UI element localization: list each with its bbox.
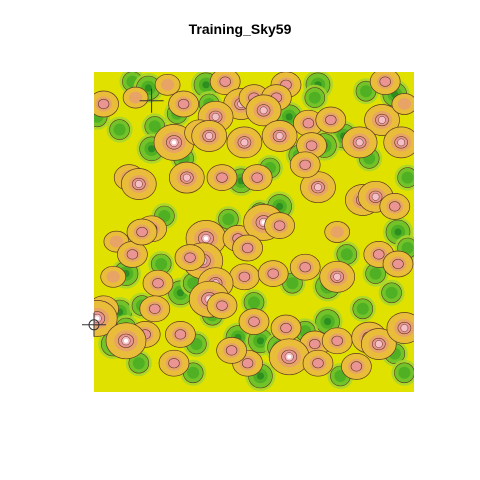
hot-spot — [391, 93, 414, 115]
hot-spot — [126, 218, 158, 246]
heatmap-figure — [82, 72, 414, 392]
hot-spot — [122, 86, 149, 109]
hot-spot — [100, 265, 127, 288]
hot-spot — [302, 349, 334, 377]
hot-spot — [226, 126, 263, 159]
hot-spot — [257, 260, 289, 287]
hot-spot — [154, 73, 181, 96]
hot-spot — [369, 72, 401, 95]
hot-spot — [105, 322, 147, 360]
hot-spot — [341, 353, 372, 380]
hot-spot — [206, 292, 238, 319]
hot-spot — [270, 314, 302, 342]
cool-spot — [106, 116, 133, 143]
hot-spot — [383, 126, 414, 159]
hot-spot — [261, 120, 298, 152]
hot-spot — [168, 90, 199, 118]
hot-spot — [241, 164, 273, 191]
hot-spot — [319, 260, 356, 293]
hot-spot — [268, 338, 310, 376]
hot-spot — [289, 253, 321, 281]
hot-spot — [216, 337, 247, 364]
hot-spot — [174, 244, 206, 271]
hot-spot — [232, 234, 263, 262]
hot-spot — [120, 168, 157, 200]
hot-spot — [139, 295, 171, 323]
hot-spot — [379, 193, 411, 220]
cool-spot — [349, 295, 376, 322]
hot-spot — [229, 263, 260, 291]
hot-spot — [168, 161, 205, 194]
hot-spot — [341, 126, 378, 159]
hot-spot — [158, 349, 190, 377]
hot-spot — [94, 90, 119, 118]
cool-spot — [391, 359, 414, 386]
hot-spot — [324, 221, 351, 243]
hot-spot — [165, 321, 196, 348]
hot-spot — [191, 120, 228, 152]
hot-spot — [321, 327, 353, 355]
cool-spot — [301, 84, 328, 111]
hot-spot — [206, 164, 238, 191]
cool-spot — [394, 164, 414, 191]
hot-spot — [386, 312, 414, 344]
hot-spot — [142, 269, 174, 297]
hot-spot — [289, 151, 321, 179]
hot-spot — [382, 250, 414, 278]
hot-spot — [238, 308, 270, 335]
hot-spot — [315, 106, 347, 134]
hot-spot — [264, 212, 295, 239]
